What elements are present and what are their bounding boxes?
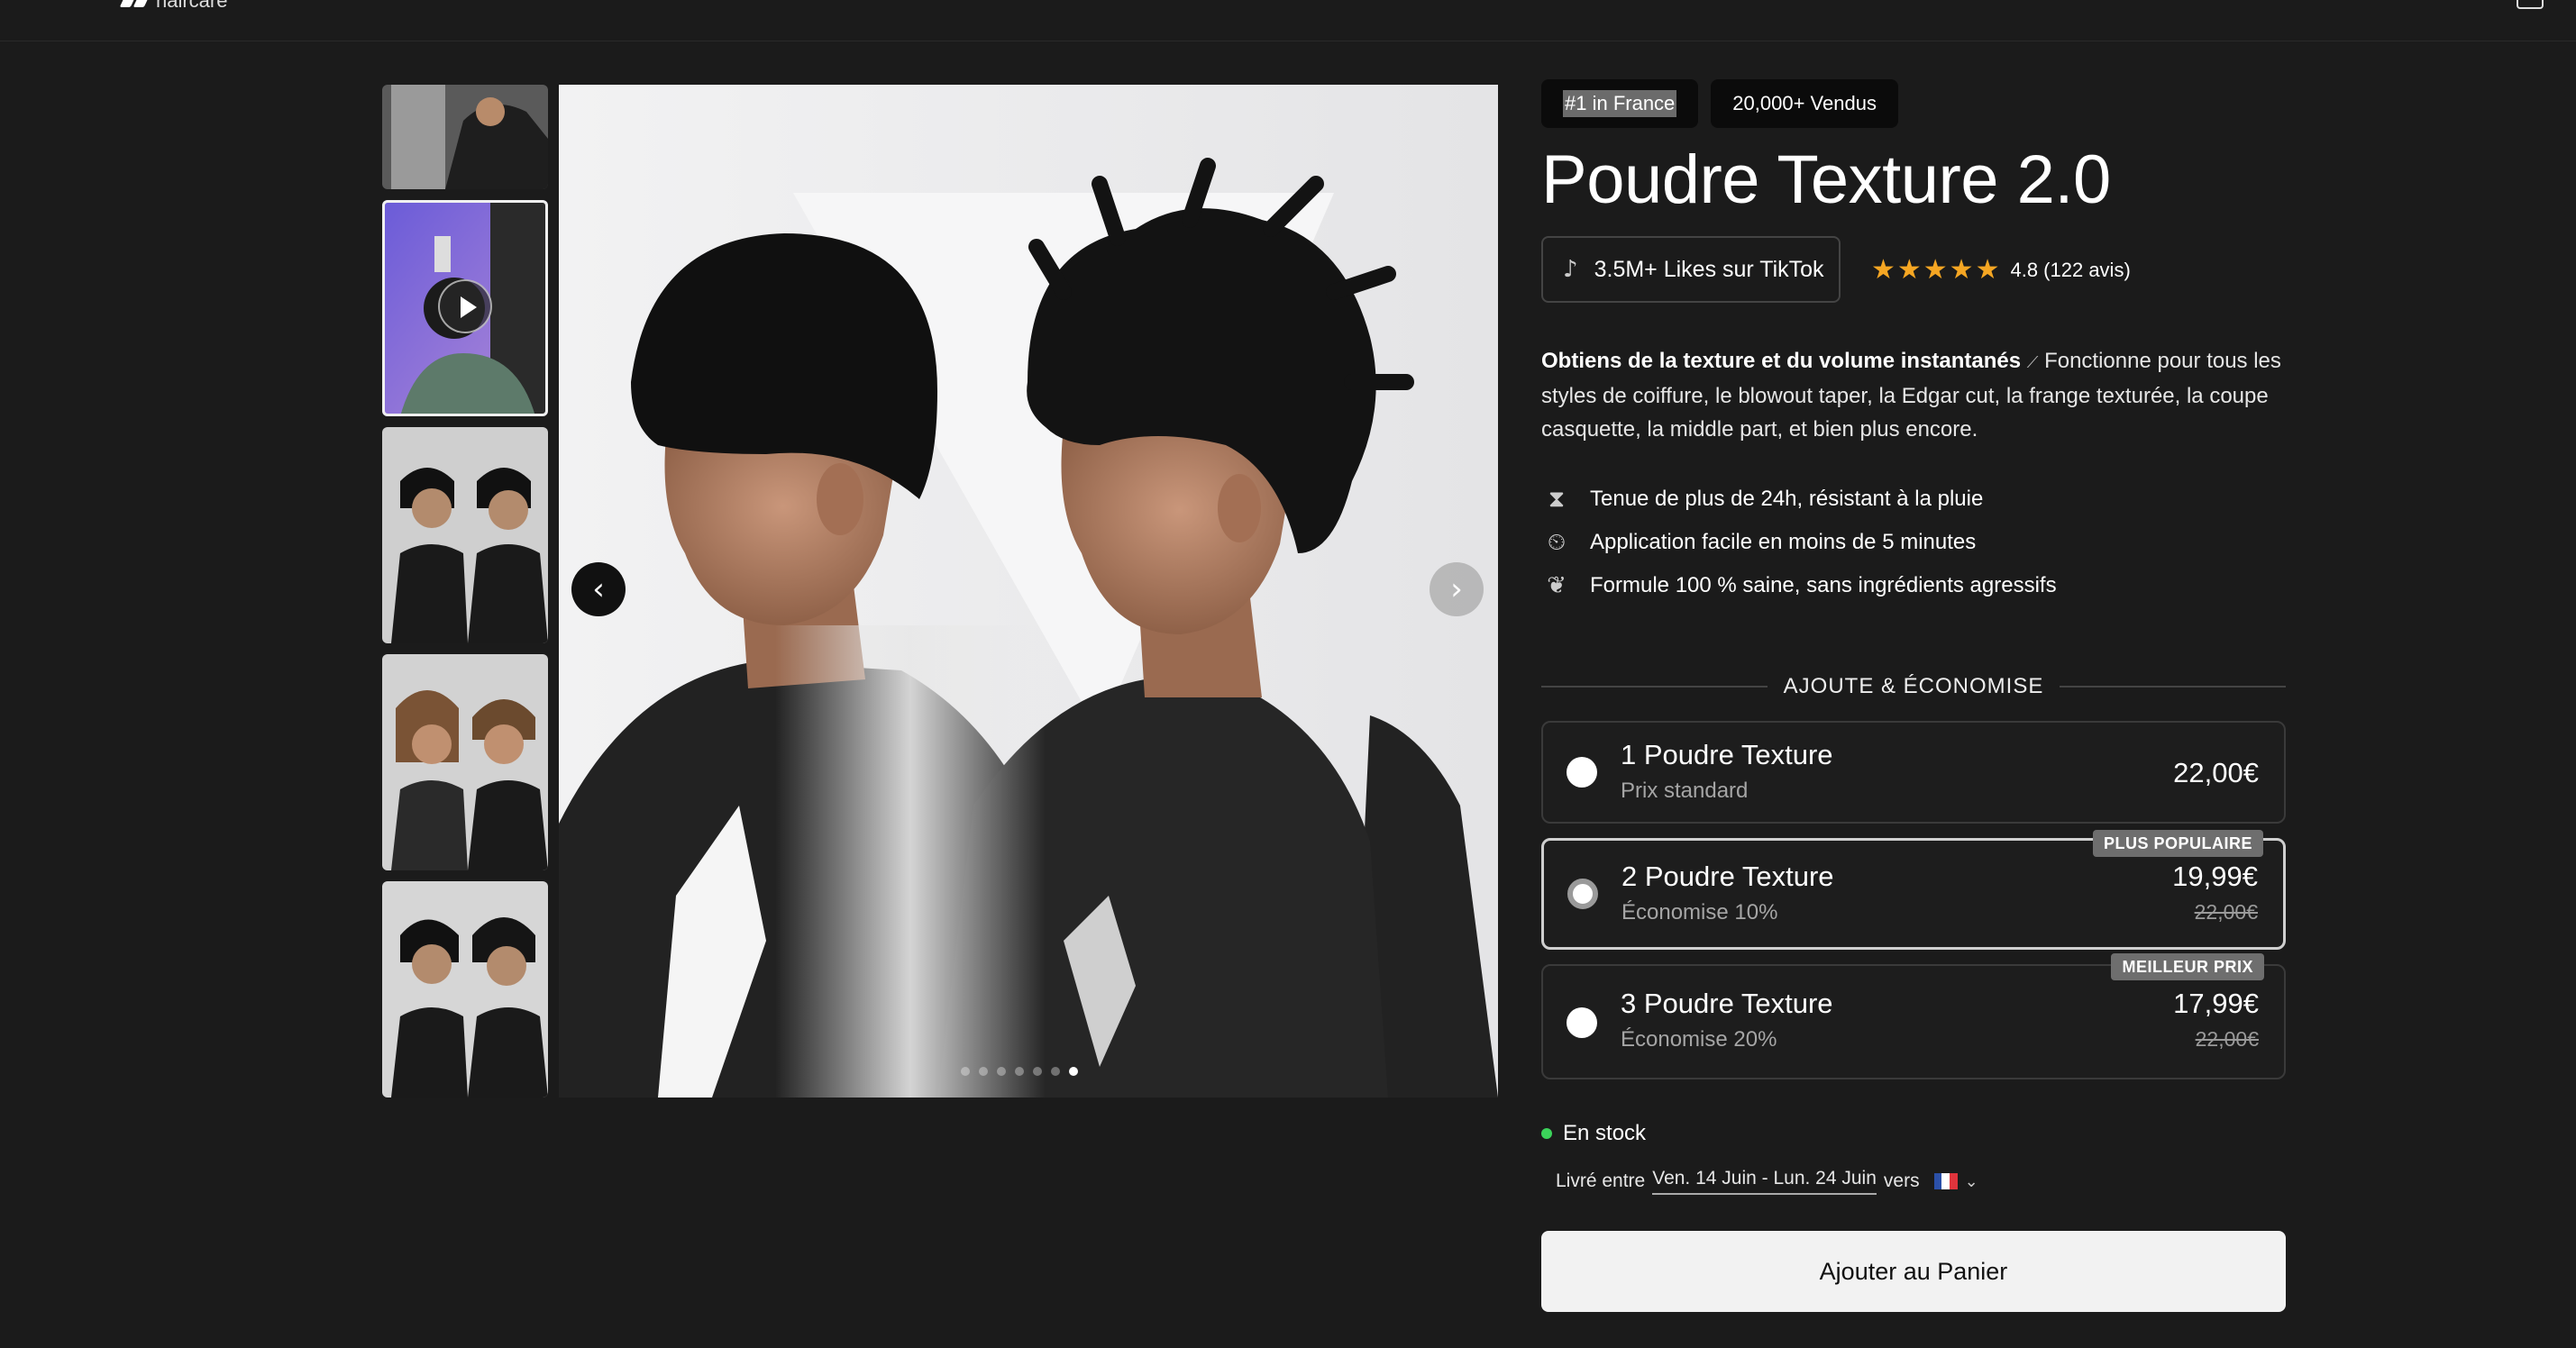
- cart-icon[interactable]: [2517, 0, 2544, 9]
- gallery-dot[interactable]: [961, 1067, 970, 1076]
- gallery-dot[interactable]: [1015, 1067, 1024, 1076]
- gallery-dot[interactable]: [1033, 1067, 1042, 1076]
- feature-text: Formule 100 % saine, sans ingrédients ag…: [1590, 573, 2057, 597]
- divider: [1541, 686, 1768, 688]
- option-price: 17,99€: [2173, 988, 2259, 1019]
- thumbnail-4[interactable]: [382, 654, 548, 870]
- thumbnail-1[interactable]: [382, 85, 548, 189]
- tiktok-icon: ♪: [1563, 256, 1578, 283]
- gallery-dot[interactable]: [979, 1067, 988, 1076]
- star-rating-icon: ★★★★★: [1871, 254, 2002, 286]
- play-icon[interactable]: [438, 279, 492, 333]
- thumbnail-5[interactable]: [382, 881, 548, 1098]
- thumbnail-strip[interactable]: [382, 85, 548, 1098]
- logo[interactable]: haircare: [119, 0, 228, 13]
- option-name: 3 Poudre Texture: [1621, 988, 1833, 1019]
- feature-item: ⏲ Application facile en moins de 5 minut…: [1541, 528, 2057, 557]
- rating[interactable]: ★★★★★ 4.8 (122 avis): [1871, 254, 2131, 286]
- badge-sold-text: 20,000+ Vendus: [1732, 92, 1877, 114]
- france-flag-icon[interactable]: [1933, 1173, 1958, 1189]
- stock-status: En stock: [1541, 1121, 1646, 1146]
- option-old-price: 22,00€: [2194, 900, 2258, 924]
- feature-text: Tenue de plus de 24h, résistant à la plu…: [1590, 487, 1984, 511]
- option-sub: Économise 20%: [1621, 1027, 1777, 1052]
- bundle-radio-3[interactable]: [1567, 1007, 1597, 1038]
- sparkle-icon: ⟋: [2026, 353, 2039, 372]
- badge-rank: #1 in France: [1541, 79, 1699, 128]
- top-bar: haircare: [0, 0, 2576, 41]
- feature-item: ⧗ Tenue de plus de 24h, résistant à la p…: [1541, 485, 2057, 514]
- product-badges: #1 in France 20,000+ Vendus: [1541, 79, 1898, 128]
- thumbnail-2-video[interactable]: [382, 200, 548, 416]
- product-description: Obtiens de la texture et du volume insta…: [1541, 344, 2289, 446]
- option-sub: Prix standard: [1621, 779, 1749, 803]
- tiktok-likes-box[interactable]: ♪ 3.5M+ Likes sur TikTok: [1541, 236, 1841, 303]
- gallery-dots[interactable]: [961, 1067, 1078, 1076]
- bundle-title-text: AJOUTE & ÉCONOMISE: [1783, 674, 2044, 698]
- product-title: Poudre Texture 2.0: [1541, 141, 2111, 218]
- in-stock-dot-icon: [1541, 1128, 1552, 1139]
- gallery-dot-active[interactable]: [1069, 1067, 1078, 1076]
- bundle-section-title: AJOUTE & ÉCONOMISE: [1541, 669, 2287, 705]
- hourglass-icon: ⧗: [1548, 485, 1566, 513]
- feature-list: ⧗ Tenue de plus de 24h, résistant à la p…: [1541, 485, 2057, 600]
- divider: [2060, 686, 2287, 688]
- best-price-ribbon: MEILLEUR PRIX: [2111, 953, 2264, 980]
- bundle-option-2[interactable]: PLUS POPULAIRE 2 Poudre Texture Économis…: [1541, 830, 2286, 950]
- gallery-prev-button[interactable]: ‹: [571, 562, 626, 616]
- bundle-option-3[interactable]: MEILLEUR PRIX 3 Poudre Texture Économise…: [1541, 953, 2286, 1079]
- bundle-radio-1[interactable]: [1567, 757, 1597, 788]
- badge-rank-text: #1 in France: [1563, 90, 1677, 117]
- popular-ribbon: PLUS POPULAIRE: [2092, 830, 2263, 857]
- option-old-price: 22,00€: [2195, 1027, 2259, 1051]
- bundle-option-1[interactable]: 1 Poudre Texture Prix standard 22,00€: [1541, 721, 2286, 824]
- gallery-dot[interactable]: [997, 1067, 1006, 1076]
- delivery-prefix: Livré entre: [1556, 1170, 1646, 1191]
- option-name: 2 Poudre Texture: [1621, 861, 1834, 892]
- chevron-right-icon: ›: [1450, 571, 1463, 607]
- badge-sold: 20,000+ Vendus: [1711, 79, 1898, 128]
- option-name: 1 Poudre Texture: [1621, 739, 1833, 770]
- leaf-icon: ❦: [1547, 572, 1567, 599]
- logo-text: haircare: [156, 0, 228, 12]
- add-to-cart-button[interactable]: Ajouter au Panier: [1541, 1231, 2286, 1312]
- option-price: 22,00€: [2173, 757, 2259, 788]
- before-after-photo: [559, 85, 1498, 1098]
- bundle-radio-2[interactable]: [1567, 879, 1598, 909]
- tiktok-likes-label: 3.5M+ Likes sur TikTok: [1594, 256, 1824, 282]
- delivery-dates: Ven. 14 Juin - Lun. 24 Juin: [1652, 1168, 1877, 1195]
- thumbnail-3[interactable]: [382, 427, 548, 643]
- option-price: 19,99€: [2172, 861, 2258, 892]
- chevron-down-icon[interactable]: ⌄: [1965, 1172, 1978, 1191]
- gallery-dot[interactable]: [1051, 1067, 1060, 1076]
- delivery-suffix: vers: [1883, 1170, 1920, 1191]
- logo-mark-icon: [119, 0, 151, 7]
- rating-value: 4.8 (122 avis): [2010, 258, 2131, 281]
- fast-clock-icon: ⏲: [1547, 528, 1567, 556]
- gallery-next-button[interactable]: ›: [1430, 562, 1484, 616]
- chevron-left-icon: ‹: [592, 571, 605, 607]
- main-product-image: [559, 85, 1498, 1098]
- delivery-info: Livré entre Ven. 14 Juin - Lun. 24 Juin …: [1556, 1168, 1978, 1195]
- feature-item: ❦ Formule 100 % saine, sans ingrédients …: [1541, 571, 2057, 600]
- stock-label: En stock: [1563, 1121, 1647, 1145]
- option-sub: Économise 10%: [1621, 900, 1778, 924]
- description-bold: Obtiens de la texture et du volume insta…: [1541, 349, 2022, 373]
- feature-text: Application facile en moins de 5 minutes: [1590, 530, 1977, 554]
